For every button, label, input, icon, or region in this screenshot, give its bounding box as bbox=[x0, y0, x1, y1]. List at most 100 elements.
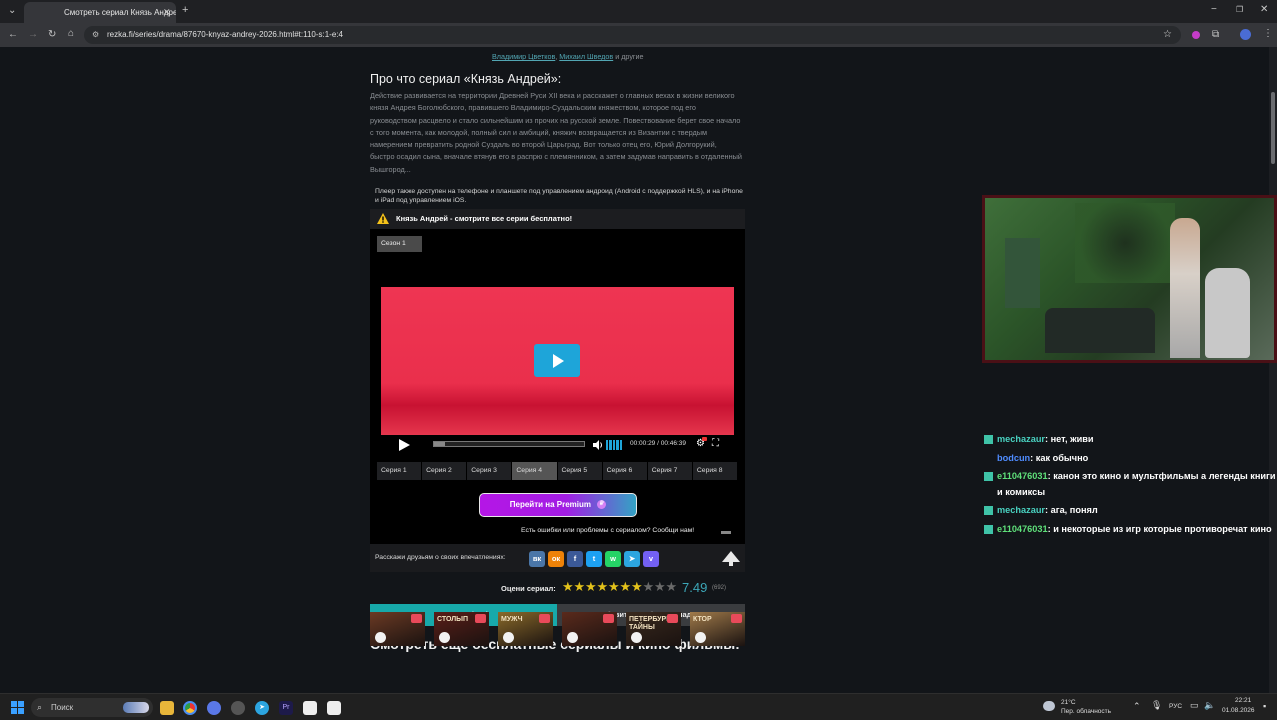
thumbnail-play-icon[interactable] bbox=[375, 632, 386, 643]
season-button[interactable]: Сезон 1 bbox=[377, 236, 422, 252]
extensions-puzzle-icon[interactable]: ⧉ bbox=[1212, 30, 1219, 40]
related-thumbnail[interactable]: ПЕТЕРБУРГ ТАЙНЫ bbox=[626, 612, 681, 646]
report-link[interactable]: Есть ошибки или проблемы с сериалом? Соо… bbox=[521, 527, 694, 534]
chat-message: e110476031: канон это кино и мультфильмы… bbox=[984, 469, 1277, 500]
webcam-cabinet bbox=[1005, 238, 1040, 308]
tab-close-icon[interactable]: ✕ bbox=[163, 2, 171, 23]
page-scrollbar[interactable] bbox=[1269, 47, 1277, 693]
episode-button[interactable]: Серия 4 bbox=[512, 462, 557, 480]
volume-slider[interactable] bbox=[606, 440, 623, 450]
rating-star[interactable]: ★ bbox=[597, 580, 609, 594]
telegram-icon[interactable]: ➤ bbox=[255, 701, 269, 715]
thumbnail-play-icon[interactable] bbox=[567, 632, 578, 643]
telegram-share-icon[interactable]: ➤ bbox=[624, 551, 640, 567]
app-icon-white-2[interactable] bbox=[327, 701, 341, 715]
tray-chevron-icon[interactable]: ⌃ bbox=[1133, 701, 1141, 712]
rating-star[interactable]: ★ bbox=[643, 580, 655, 594]
clock-time[interactable]: 22:21 bbox=[1235, 697, 1251, 704]
windows-start-icon[interactable] bbox=[11, 701, 24, 714]
chat-username: mechazaur bbox=[997, 434, 1046, 444]
premiere-icon[interactable]: Pr bbox=[279, 701, 293, 715]
actor-link[interactable]: Владимир Цветков bbox=[492, 52, 555, 61]
report-indicator bbox=[721, 531, 731, 534]
weather-temp: 21°C bbox=[1061, 699, 1076, 706]
site-info-icon[interactable]: ⚙ bbox=[92, 26, 99, 44]
episode-button[interactable]: Серия 3 bbox=[467, 462, 512, 480]
minimize-icon[interactable]: − bbox=[1211, 5, 1217, 15]
app-icon-blue[interactable] bbox=[207, 701, 221, 715]
episode-button[interactable]: Серия 6 bbox=[602, 462, 647, 480]
episode-button[interactable]: Серия 8 bbox=[692, 462, 737, 480]
home-icon[interactable]: ⌂ bbox=[68, 29, 74, 39]
about-text: Действие развивается на территории Древн… bbox=[370, 91, 742, 174]
big-play-button[interactable] bbox=[534, 344, 580, 377]
tab-search-icon[interactable]: ⌄ bbox=[8, 6, 16, 16]
file-explorer-icon[interactable] bbox=[160, 701, 174, 715]
rating-star[interactable]: ★ bbox=[562, 580, 574, 594]
extension-icon[interactable] bbox=[1192, 31, 1200, 39]
volume-icon[interactable] bbox=[593, 440, 603, 450]
video-area[interactable] bbox=[381, 287, 734, 435]
related-thumbnail[interactable] bbox=[370, 612, 425, 646]
ok-share-icon[interactable]: ок bbox=[548, 551, 564, 567]
chrome-icon[interactable] bbox=[183, 701, 197, 715]
microphone-icon[interactable]: 🎙 bbox=[1151, 700, 1162, 711]
bookmark-star-icon[interactable]: ☆ bbox=[1163, 26, 1172, 44]
episode-button[interactable]: Серия 5 bbox=[557, 462, 602, 480]
back-icon[interactable]: ← bbox=[8, 30, 18, 40]
close-window-icon[interactable]: ✕ bbox=[1260, 5, 1268, 15]
play-icon[interactable] bbox=[399, 439, 410, 451]
menu-icon[interactable]: ⋮ bbox=[1263, 29, 1273, 39]
viber-share-icon[interactable]: v bbox=[643, 551, 659, 567]
notifications-icon[interactable]: ▪ bbox=[1263, 701, 1266, 711]
thumbnail-play-icon[interactable] bbox=[439, 632, 450, 643]
vk-share-icon[interactable]: вк bbox=[529, 551, 545, 567]
lamp-icon[interactable] bbox=[722, 550, 740, 567]
rating-star[interactable]: ★ bbox=[608, 580, 620, 594]
fullscreen-icon[interactable]: ⛶ bbox=[712, 438, 719, 449]
language-indicator[interactable]: РУС bbox=[1169, 703, 1182, 710]
twitter-share-icon[interactable]: t bbox=[586, 551, 602, 567]
time-display: 00:00:29 / 00:46:39 bbox=[630, 440, 687, 447]
rating-star[interactable]: ★ bbox=[585, 580, 597, 594]
thumbnail-play-icon[interactable] bbox=[631, 632, 642, 643]
rating-star[interactable]: ★ bbox=[654, 580, 666, 594]
facebook-share-icon[interactable]: f bbox=[567, 551, 583, 567]
new-tab-icon[interactable]: + bbox=[182, 5, 188, 16]
taskbar-search[interactable]: ⌕ Поиск bbox=[31, 698, 153, 717]
related-thumbnail[interactable]: СТОЛЫП bbox=[434, 612, 489, 646]
thumbnail-play-icon[interactable] bbox=[503, 632, 514, 643]
active-tab[interactable]: Смотреть сериал Князь Андрей ✕ bbox=[24, 2, 176, 23]
related-thumbnail[interactable] bbox=[562, 612, 617, 646]
rating-star[interactable]: ★ bbox=[574, 580, 586, 594]
clock-date[interactable]: 01.08.2026 bbox=[1222, 707, 1255, 714]
app-icon-notify[interactable] bbox=[231, 701, 245, 715]
scrollbar-thumb[interactable] bbox=[1271, 92, 1275, 164]
speaker-icon[interactable]: 🔈 bbox=[1204, 700, 1215, 711]
related-thumbnail[interactable]: МУЖЧ bbox=[498, 612, 553, 646]
episode-button[interactable]: Серия 1 bbox=[377, 462, 422, 480]
tab-title: Смотреть сериал Князь Андрей bbox=[64, 8, 176, 17]
maximize-icon[interactable]: ❐ bbox=[1236, 6, 1243, 14]
webcam-feed bbox=[985, 198, 1274, 360]
progress-bar[interactable] bbox=[433, 441, 585, 447]
network-icon[interactable]: ▭ bbox=[1190, 700, 1199, 711]
address-row: ← → ↻ ⌂ ⚙ rezka.fi/series/drama/87670-kn… bbox=[0, 23, 1277, 47]
whatsapp-share-icon[interactable]: w bbox=[605, 551, 621, 567]
address-bar[interactable]: ⚙ rezka.fi/series/drama/87670-knyaz-andr… bbox=[84, 26, 1181, 44]
actor-link[interactable]: Михаил Шведов bbox=[559, 52, 613, 61]
rating-star[interactable]: ★ bbox=[631, 580, 643, 594]
episode-button[interactable]: Серия 2 bbox=[422, 462, 467, 480]
rating-star[interactable]: ★ bbox=[666, 580, 678, 594]
thumbnail-play-icon[interactable] bbox=[695, 632, 706, 643]
rating-star[interactable]: ★ bbox=[620, 580, 632, 594]
related-thumbnail[interactable]: КТОР bbox=[690, 612, 745, 646]
episode-button[interactable]: Серия 7 bbox=[647, 462, 692, 480]
app-icon-white[interactable] bbox=[303, 701, 317, 715]
reload-icon[interactable]: ↻ bbox=[48, 30, 56, 40]
player-warning-bar: Князь Андрей - смотрите все серии беспла… bbox=[370, 209, 745, 229]
premium-button[interactable]: Перейти на Premium ₽ bbox=[479, 493, 637, 517]
chat-message: mechazaur: нет, живи bbox=[984, 432, 1277, 448]
profile-avatar[interactable] bbox=[1240, 29, 1251, 40]
forward-icon[interactable]: → bbox=[28, 30, 38, 40]
